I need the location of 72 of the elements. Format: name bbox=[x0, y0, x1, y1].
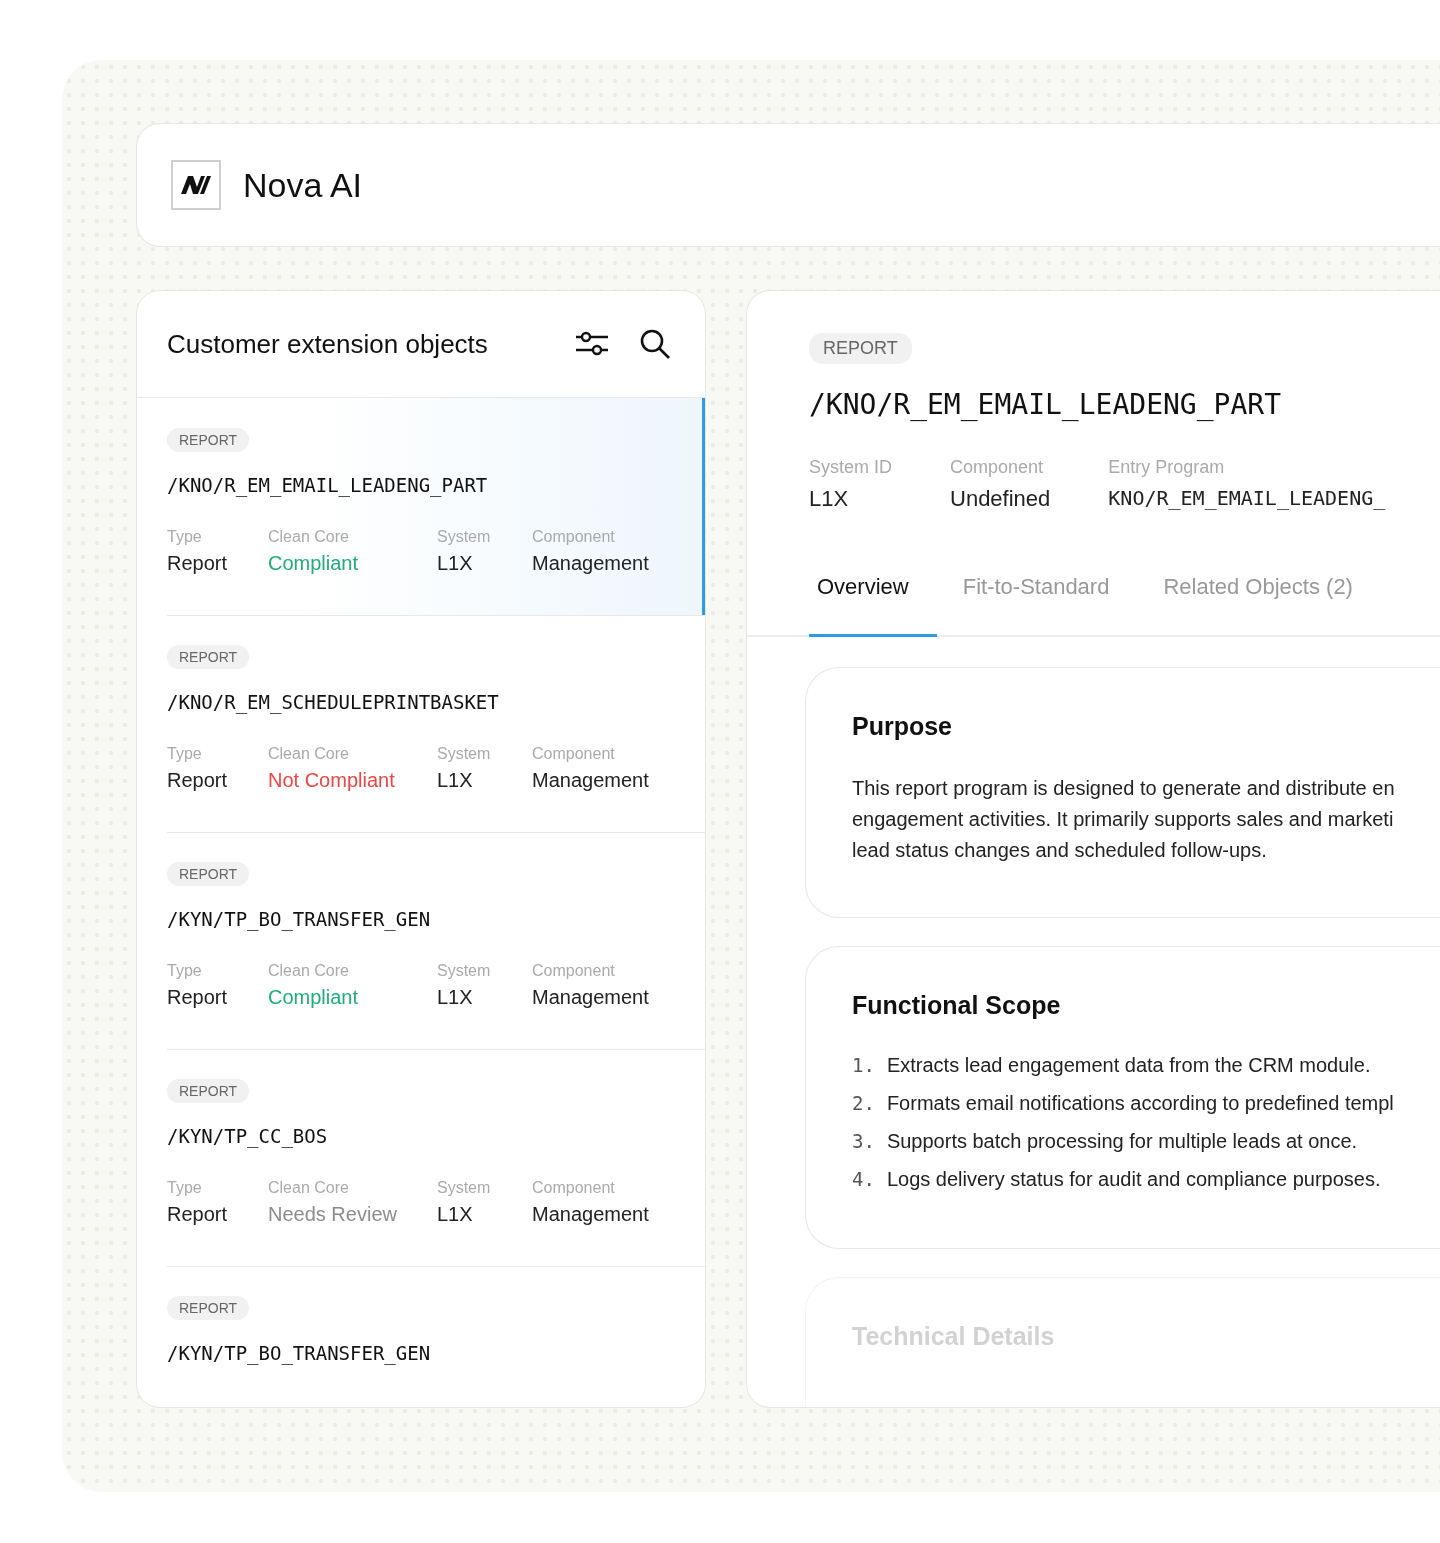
field-label: Type bbox=[167, 962, 203, 980]
field-label: Clean Core bbox=[268, 528, 350, 546]
field-value: Management bbox=[532, 1203, 649, 1226]
object-list-item[interactable]: REPORT /KYN/TP_BO_TRANSFER_GEN bbox=[137, 1266, 705, 1404]
field-label: System bbox=[437, 1179, 492, 1197]
object-list-item[interactable]: REPORT /KNO/R_EM_SCHEDULEPRINTBASKET Type Report Clean Core Not Compliant System L1X Component Management bbox=[137, 615, 705, 832]
field-value: Report bbox=[167, 986, 229, 1009]
type-tag: REPORT bbox=[167, 1079, 250, 1103]
list-number: 1. bbox=[852, 1054, 875, 1076]
field-value: L1X bbox=[437, 769, 474, 792]
field-label: Component bbox=[532, 745, 616, 763]
field-label: System bbox=[437, 528, 492, 546]
field-value: Management bbox=[532, 552, 649, 575]
logo-icon bbox=[171, 160, 221, 210]
field-label: System bbox=[437, 962, 492, 980]
list-text: Supports batch processing for multiple leads at once. bbox=[886, 1130, 1358, 1153]
object-name: /KNO/R_EM_EMAIL_LEADENG_PART bbox=[167, 474, 488, 496]
field-label: Component bbox=[532, 1179, 616, 1197]
list-number: 3. bbox=[852, 1130, 875, 1152]
object-name: /KNO/R_EM_SCHEDULEPRINTBASKET bbox=[167, 691, 499, 713]
object-name: /KYN/TP_BO_TRANSFER_GEN bbox=[167, 1342, 431, 1364]
description-line: engagement activities. It primarily supports sales and marketi bbox=[852, 808, 1395, 831]
description-line: This report program is designed to generate and distribute en bbox=[852, 777, 1395, 800]
field-label: Clean Core bbox=[268, 962, 350, 980]
type-tag: REPORT bbox=[167, 428, 250, 452]
field-label: System bbox=[437, 745, 492, 763]
app-title: Nova AI bbox=[243, 165, 363, 205]
field-label: Clean Core bbox=[268, 1179, 350, 1197]
card-title: Purpose bbox=[852, 712, 953, 741]
type-tag: REPORT bbox=[167, 862, 250, 886]
field-label: Component bbox=[532, 962, 616, 980]
field-value: Not Compliant bbox=[268, 769, 396, 792]
type-tag: REPORT bbox=[167, 645, 250, 669]
field-value: Compliant bbox=[268, 986, 360, 1009]
list-number: 4. bbox=[852, 1168, 875, 1190]
type-tag: REPORT bbox=[809, 333, 912, 364]
list-number: 2. bbox=[852, 1092, 875, 1114]
object-name: /KYN/TP_CC_BOS bbox=[167, 1125, 328, 1147]
field-value: Compliant bbox=[268, 552, 360, 575]
object-name: /KYN/TP_BO_TRANSFER_GEN bbox=[167, 908, 431, 930]
card-title: Functional Scope bbox=[852, 991, 1061, 1020]
meta-label: Entry Program bbox=[1108, 457, 1226, 478]
field-label: Type bbox=[167, 1179, 203, 1197]
list-text: Logs delivery status for audit and compliance purposes. bbox=[886, 1168, 1381, 1191]
field-value: L1X bbox=[437, 552, 474, 575]
meta-value: L1X bbox=[809, 486, 850, 512]
meta-value: Undefined bbox=[950, 486, 1051, 512]
search-icon[interactable] bbox=[639, 328, 671, 360]
field-value: Report bbox=[167, 1203, 229, 1226]
field-value: Needs Review bbox=[268, 1203, 398, 1226]
tab[interactable]: Overview bbox=[809, 556, 937, 637]
field-label: Clean Core bbox=[268, 745, 350, 763]
field-value: L1X bbox=[437, 1203, 474, 1226]
field-value: Management bbox=[532, 986, 649, 1009]
field-label: Type bbox=[167, 745, 203, 763]
meta-value: KNO/R_EM_EMAIL_LEADENG_ bbox=[1108, 486, 1386, 510]
panel-title: Customer extension objects bbox=[167, 328, 489, 360]
type-tag: REPORT bbox=[167, 1296, 250, 1320]
field-value: Management bbox=[532, 769, 649, 792]
meta-label: Component bbox=[950, 457, 1045, 478]
object-list-item[interactable]: REPORT /KYN/TP_CC_BOS Type Report Clean Core Needs Review System L1X Component Management bbox=[137, 1049, 705, 1266]
field-label: Type bbox=[167, 528, 203, 546]
description-line: lead status changes and scheduled follow-ups. bbox=[852, 839, 1268, 862]
field-value: Report bbox=[167, 552, 229, 575]
list-text: Extracts lead engagement data from the CRM module. bbox=[886, 1054, 1371, 1077]
field-value: Report bbox=[167, 769, 229, 792]
object-name: /KNO/R_EM_EMAIL_LEADENG_PART bbox=[809, 388, 1281, 421]
object-list-item[interactable]: REPORT /KYN/TP_BO_TRANSFER_GEN Type Report Clean Core Compliant System L1X Component Management bbox=[137, 832, 705, 1049]
meta-label: System ID bbox=[809, 457, 892, 478]
list-text: Formats email notifications according to predefined templ bbox=[886, 1092, 1394, 1115]
field-value: L1X bbox=[437, 986, 474, 1009]
field-label: Component bbox=[532, 528, 616, 546]
